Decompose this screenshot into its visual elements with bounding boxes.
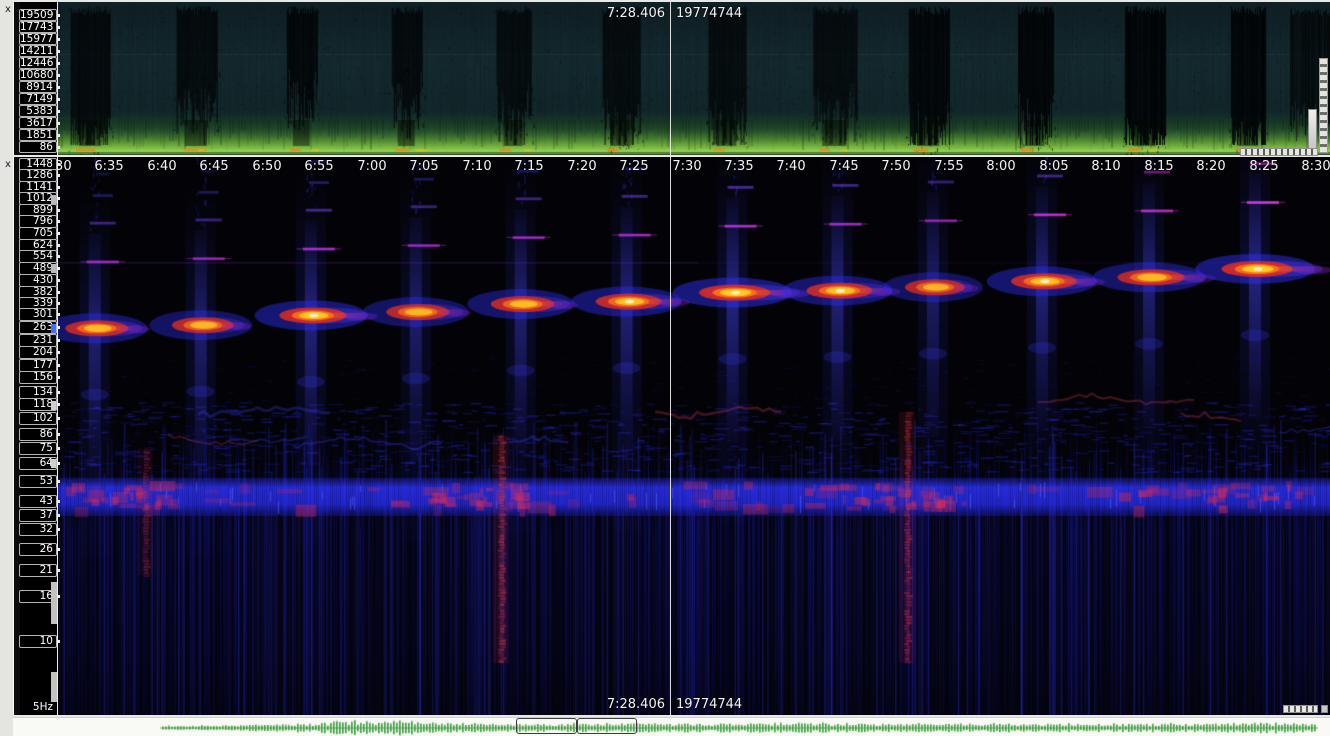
- freq-label: 102: [19, 412, 57, 425]
- freq-label: 14211: [19, 45, 57, 57]
- top-panel-scrollbar[interactable]: [1240, 148, 1318, 156]
- time-tick-label: 7:45: [818, 159, 870, 174]
- playback-cursor-line-main: [670, 157, 671, 715]
- freq-label: 1851: [19, 129, 57, 141]
- time-tick-label: 6:55: [293, 159, 345, 174]
- freq-label: 12446: [19, 57, 57, 69]
- freq-label: 156: [19, 371, 57, 384]
- time-tick-label: 7:10: [451, 159, 503, 174]
- selection-box-left[interactable]: [516, 718, 577, 734]
- time-tick-label: 7:20: [556, 159, 608, 174]
- cursor-time-label-bottom: 7:28.406: [573, 697, 665, 712]
- freq-label: 21: [19, 564, 57, 577]
- freq-label: 15977: [19, 33, 57, 45]
- panel-separator[interactable]: [0, 155, 1330, 157]
- time-tick-label: 6:50: [241, 159, 293, 174]
- close-top-panel-button[interactable]: x: [3, 4, 13, 15]
- time-tick-label: 8:30: [1290, 159, 1330, 174]
- spectrogram-window: x x 7:28.406 19774744 7:28.406 19774744 …: [0, 0, 1330, 736]
- time-tick-label: 8:25: [1238, 159, 1290, 174]
- main-panel-scrollbar[interactable]: [1283, 705, 1318, 713]
- freq-label: 204: [19, 346, 57, 359]
- time-tick-label: 8:15: [1133, 159, 1185, 174]
- waveform-overview-strip[interactable]: [0, 717, 1330, 736]
- top-spectrogram-canvas[interactable]: [58, 2, 1330, 155]
- time-tick-label: 8:00: [975, 159, 1027, 174]
- freq-label: 7149: [19, 93, 57, 105]
- freq-label: 43: [19, 495, 57, 508]
- freq-label: 5383: [19, 105, 57, 117]
- selection-box-right[interactable]: [577, 718, 637, 734]
- freq-label: 10680: [19, 69, 57, 81]
- freq-label: 86: [19, 428, 57, 441]
- freq-label: 53: [19, 475, 57, 488]
- window-top-border: [0, 0, 1330, 2]
- main-panel-scrollbar-button[interactable]: [1321, 705, 1328, 713]
- freq-label-bottom: 5Hz: [19, 701, 57, 714]
- time-tick-label: 7:30: [661, 159, 713, 174]
- window-left-border: [0, 0, 13, 736]
- cursor-sample-label-bottom: 19774744: [676, 697, 742, 712]
- freq-label: 37: [19, 509, 57, 522]
- scale-indicator: [51, 582, 57, 624]
- scale-indicator: [51, 195, 56, 204]
- top-panel-zoom-ladder[interactable]: [1319, 58, 1328, 153]
- time-tick-label: 7:40: [765, 159, 817, 174]
- time-tick-label: 7:25: [608, 159, 660, 174]
- time-tick-label: 8:10: [1080, 159, 1132, 174]
- freq-label: 19509: [19, 9, 57, 21]
- freq-label: 86: [19, 141, 57, 153]
- scale-indicator: [51, 401, 56, 410]
- time-tick-label: 6:45: [188, 159, 240, 174]
- freq-label: 17743: [19, 21, 57, 33]
- time-tick-label: 7:00: [346, 159, 398, 174]
- freq-label: 26: [19, 543, 57, 556]
- top-panel-level-slider[interactable]: [1308, 109, 1317, 153]
- playback-cursor-line-top: [670, 2, 671, 155]
- time-tick-label: 7:15: [503, 159, 555, 174]
- freq-label: 8914: [19, 81, 57, 93]
- freq-label: 75: [19, 442, 57, 455]
- time-tick-label: 7:35: [713, 159, 765, 174]
- freq-label: 301: [19, 308, 57, 321]
- time-tick-label: 7:05: [398, 159, 450, 174]
- freq-label: 3617: [19, 117, 57, 129]
- time-tick-label: 6:40: [136, 159, 188, 174]
- waveform-overview-canvas[interactable]: [0, 718, 1330, 736]
- main-spectrogram-canvas[interactable]: [58, 157, 1330, 715]
- panel-separator-lower[interactable]: [0, 715, 1330, 717]
- close-main-panel-button[interactable]: x: [3, 159, 13, 170]
- scale-indicator: [51, 324, 56, 333]
- time-tick-label: 8:05: [1028, 159, 1080, 174]
- freq-label: 10: [19, 635, 57, 648]
- scale-indicator: [51, 264, 56, 273]
- freq-label: 32: [19, 523, 57, 536]
- cursor-time-label-top: 7:28.406: [573, 6, 665, 21]
- cursor-sample-label-top: 19774744: [676, 6, 742, 21]
- time-tick-label: 7:50: [870, 159, 922, 174]
- scale-indicator: [51, 459, 56, 468]
- time-tick-label: 8:20: [1185, 159, 1237, 174]
- time-tick-label: 7:55: [923, 159, 975, 174]
- time-tick-label: 6:35: [83, 159, 135, 174]
- scale-indicator: [51, 672, 57, 702]
